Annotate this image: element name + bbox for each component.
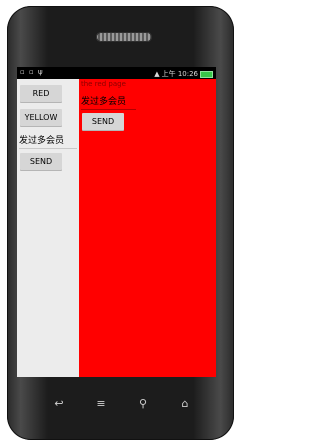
back-icon[interactable]: ↩: [47, 393, 71, 413]
battery-icon: [200, 70, 213, 78]
right-send-button[interactable]: SEND: [82, 113, 124, 130]
left-text-field[interactable]: 发过多会员: [19, 133, 77, 149]
clock: 上午 10:26: [161, 70, 198, 78]
red-button[interactable]: RED: [20, 85, 62, 102]
search-icon[interactable]: ⚲: [131, 393, 155, 413]
status-bar: ▫ ▫ ψ ▲ 上午 10:26: [17, 67, 216, 79]
speaker-grille: [96, 32, 152, 42]
left-fragment: RED YELLOW 发过多会员 SEND: [17, 79, 79, 377]
notification-icons: ▫ ▫ ψ: [20, 68, 44, 76]
home-icon[interactable]: ≡: [89, 393, 113, 413]
left-send-button[interactable]: SEND: [20, 153, 62, 170]
menu-icon[interactable]: ⌂: [173, 393, 197, 413]
navigation-bar: ↩ ≡ ⚲ ⌂: [17, 393, 216, 413]
status-indicators: ▲ 上午 10:26: [154, 69, 213, 79]
signal-icon: ▲: [154, 70, 160, 78]
right-text-field[interactable]: 发过多会员: [81, 94, 136, 110]
page-label: the red page: [81, 80, 126, 88]
device-screen: ▫ ▫ ψ ▲ 上午 10:26 RED YELLOW 发过多会员 SEND t…: [17, 67, 216, 377]
app-content: RED YELLOW 发过多会员 SEND the red page 发过多会员…: [17, 79, 216, 377]
right-fragment: the red page 发过多会员 SEND: [79, 79, 216, 377]
yellow-button[interactable]: YELLOW: [20, 109, 62, 126]
